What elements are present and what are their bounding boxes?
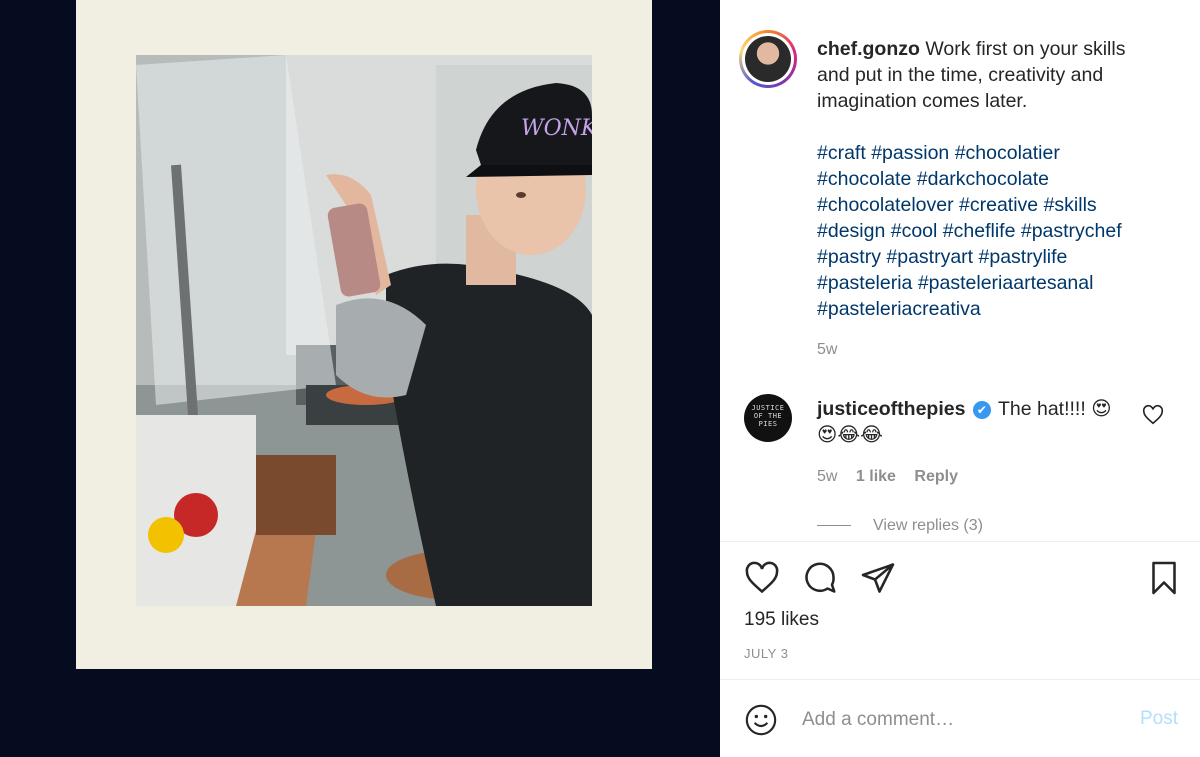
photo-illustration: WONKA	[136, 55, 592, 606]
hashtag[interactable]: #design	[817, 220, 885, 242]
comment-text: The hat!!!!	[997, 398, 1086, 420]
smiley-icon[interactable]	[744, 703, 778, 737]
caption-hashtags: #craft #passion #chocolatier #chocolate …	[817, 140, 1157, 322]
comment-likes[interactable]: 1 like	[856, 468, 896, 485]
hashtag[interactable]: #passion	[871, 142, 949, 164]
hashtag[interactable]: #chocolate	[817, 168, 911, 190]
paper-plane-icon[interactable]	[860, 560, 896, 596]
hashtag[interactable]: #pasteleriaartesanal	[918, 272, 1094, 294]
hashtag[interactable]: #pastry	[817, 246, 881, 268]
hashtag[interactable]: #pastrylife	[979, 246, 1068, 268]
hashtag[interactable]: #craft	[817, 142, 866, 164]
bookmark-icon[interactable]	[1146, 560, 1182, 596]
commenter-avatar[interactable]: JUSTICE OF THE PIES	[744, 394, 792, 442]
hashtag[interactable]: #darkchocolate	[917, 168, 1049, 190]
comment-timestamp[interactable]: 5w	[817, 468, 837, 485]
media-pane: WONKA	[0, 0, 720, 757]
hashtag[interactable]: #pastrychef	[1021, 220, 1122, 242]
hat-text: WONKA	[521, 116, 592, 141]
comment-emoji-line: 😍😂😂	[817, 423, 883, 446]
post-date[interactable]: JULY 3	[744, 646, 788, 661]
hashtag[interactable]: #pasteleriacreativa	[817, 298, 981, 320]
hashtag[interactable]: #pastryart	[886, 246, 973, 268]
view-replies-button[interactable]: View replies (3)	[817, 517, 983, 535]
hashtag[interactable]: #creative	[959, 194, 1038, 216]
avatar-text-line: PIES	[758, 420, 778, 428]
heart-icon[interactable]	[744, 560, 780, 596]
comment-bubble-icon[interactable]	[802, 560, 838, 596]
hashtag[interactable]: #chocolatelover	[817, 194, 954, 216]
verified-badge-icon: ✔	[972, 401, 991, 419]
author-avatar-ring[interactable]	[739, 30, 797, 88]
replies-divider-line	[817, 525, 851, 527]
view-replies-label: View replies (3)	[873, 517, 983, 534]
hashtag[interactable]: #chocolatier	[955, 142, 1060, 164]
reply-button[interactable]: Reply	[914, 468, 958, 485]
post-details-pane: chef.gonzo Work first on your skills and…	[720, 0, 1200, 757]
post-comment-button[interactable]: Post	[1140, 708, 1178, 730]
avatar-text-line: JUSTICE	[751, 404, 785, 412]
commenter-username[interactable]: justiceofthepies	[817, 398, 965, 420]
likes-count[interactable]: 195 likes	[744, 609, 819, 631]
hashtag[interactable]: #cool	[891, 220, 938, 242]
hashtag[interactable]: #skills	[1044, 194, 1097, 216]
hashtag[interactable]: #pasteleria	[817, 272, 912, 294]
comment-body: justiceofthepies ✔ The hat!!!! 😍 😍😂😂	[817, 396, 1147, 448]
avatar-text-line: OF THE	[753, 412, 783, 420]
add-comment-input[interactable]	[802, 704, 1122, 736]
comment-emoji: 😍	[1091, 397, 1112, 420]
caption-username[interactable]: chef.gonzo	[817, 38, 920, 60]
post-photo[interactable]: WONKA	[136, 55, 592, 606]
divider	[720, 679, 1200, 680]
caption-timestamp[interactable]: 5w	[817, 341, 837, 359]
comment-like-heart-icon[interactable]	[1142, 404, 1164, 426]
hashtag[interactable]: #cheflife	[943, 220, 1016, 242]
post-caption: chef.gonzo Work first on your skills and…	[817, 36, 1157, 322]
comment-meta: 5w 1 like Reply	[817, 468, 972, 486]
divider	[720, 541, 1200, 542]
author-avatar	[745, 36, 791, 82]
